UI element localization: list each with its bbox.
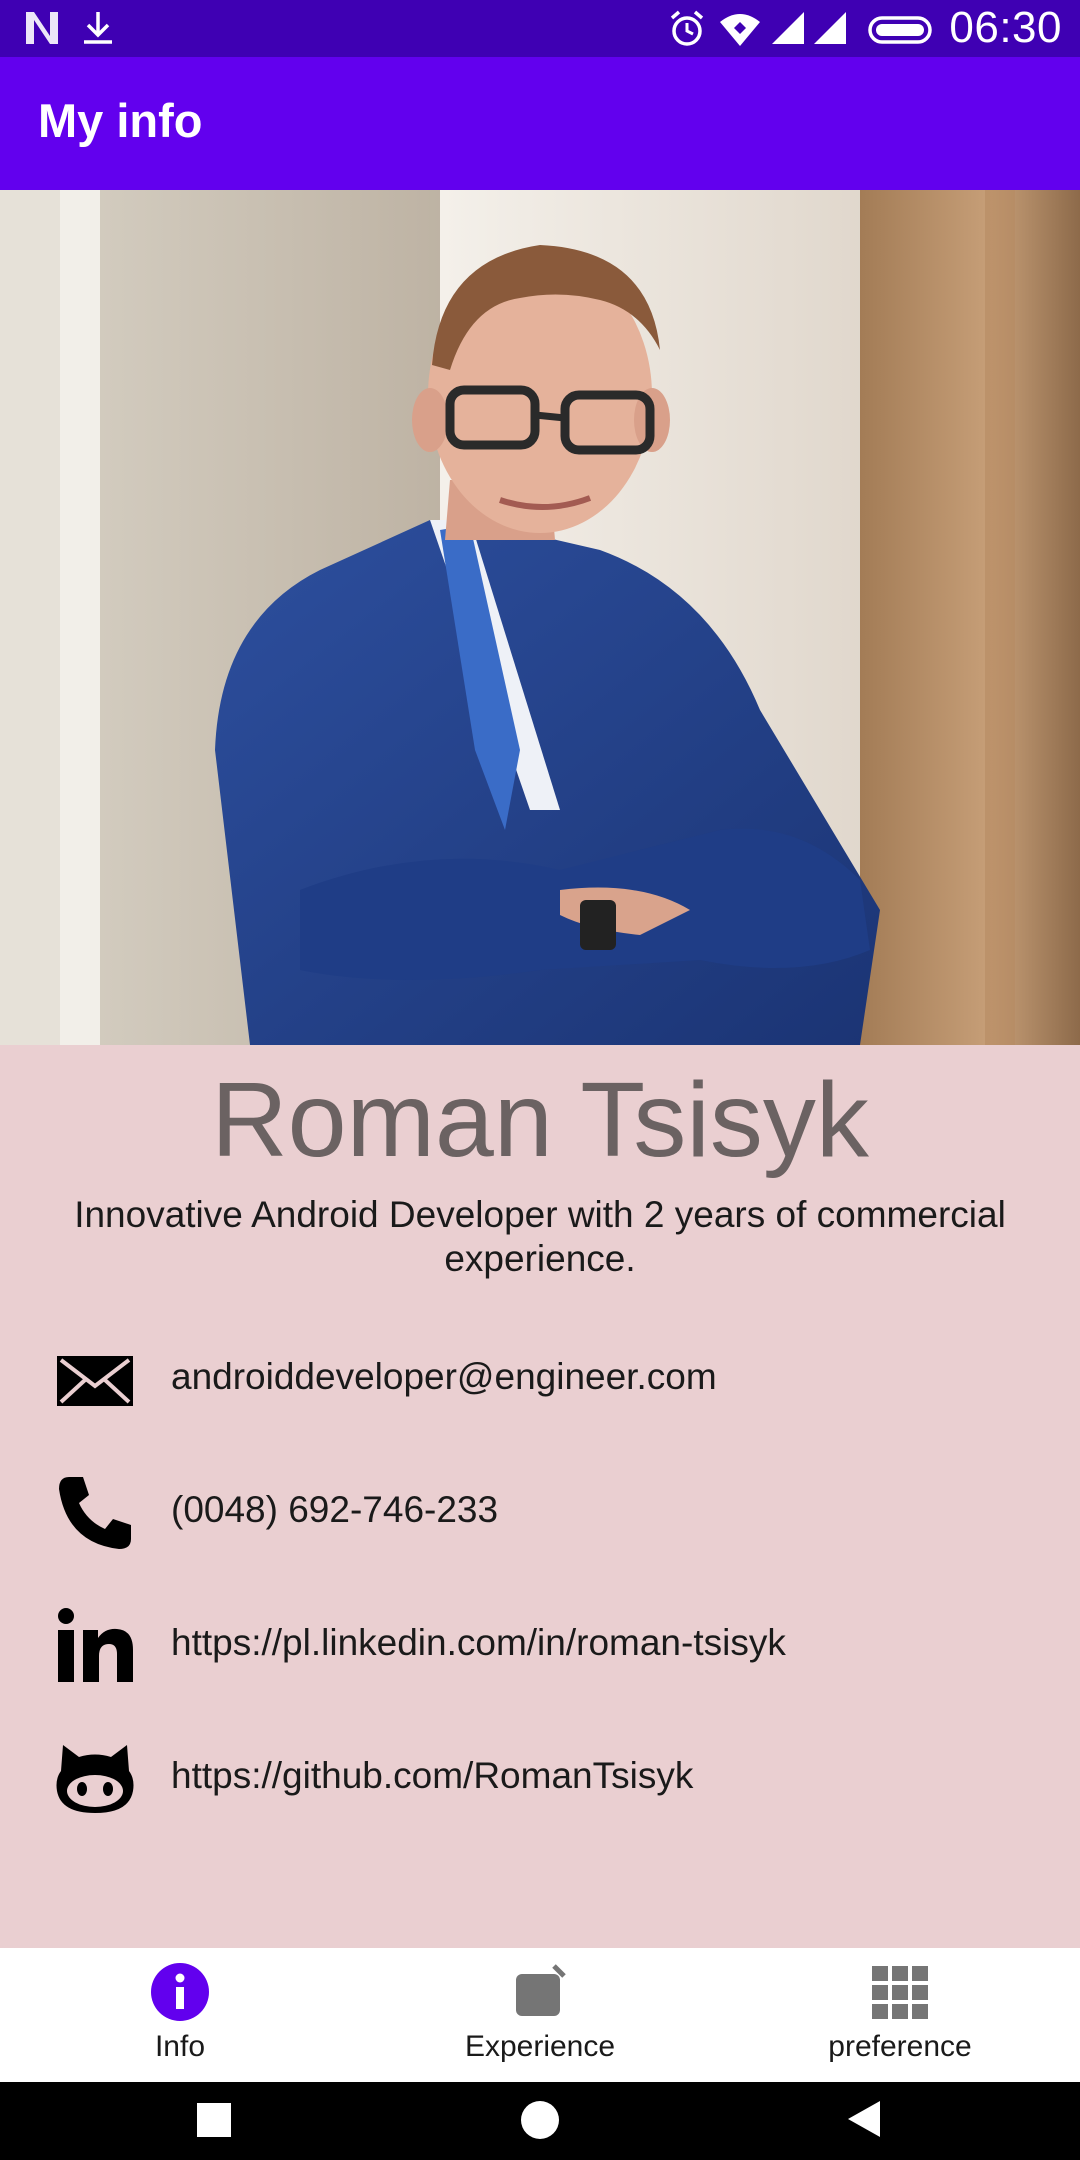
experience-icon bbox=[516, 1964, 566, 2016]
contact-email-row[interactable]: androiddeveloper@engineer.com bbox=[0, 1330, 1080, 1430]
github-icon bbox=[56, 1745, 134, 1813]
phone-icon bbox=[59, 1477, 131, 1549]
signal-icon bbox=[814, 12, 846, 44]
email-icon bbox=[57, 1356, 133, 1406]
wifi-icon bbox=[720, 14, 760, 46]
battery-icon bbox=[868, 16, 932, 44]
alarm-icon bbox=[670, 10, 704, 46]
netflix-notification-icon bbox=[26, 12, 58, 44]
app-title: My info bbox=[38, 94, 203, 147]
grid-icon bbox=[872, 1966, 928, 2019]
info-icon bbox=[151, 1963, 209, 2021]
profile-tagline: Innovative Android Developer with 2 year… bbox=[74, 1194, 1006, 1279]
profile-name: Roman Tsisyk bbox=[211, 1061, 869, 1179]
bottom-navigation: Info Experience preference bbox=[0, 1948, 1080, 2082]
contact-linkedin-text: https://pl.linkedin.com/in/roman-tsisyk bbox=[171, 1622, 786, 1663]
signal-icon bbox=[772, 12, 804, 44]
contact-phone-row[interactable]: (0048) 692-746-233 bbox=[0, 1463, 1080, 1563]
nav-item-experience[interactable]: Experience bbox=[360, 1948, 720, 2082]
contact-github-text: https://github.com/RomanTsisyk bbox=[171, 1755, 694, 1796]
download-icon bbox=[84, 12, 112, 44]
home-button[interactable] bbox=[520, 2099, 560, 2139]
screen: 06:30 My info Roman Tsisyk Innovative An… bbox=[0, 0, 1080, 2160]
nav-label-preference: preference bbox=[828, 2030, 972, 2063]
contact-linkedin-row[interactable]: https://pl.linkedin.com/in/roman-tsisyk bbox=[0, 1596, 1080, 1696]
nav-item-preference[interactable]: preference bbox=[720, 1948, 1080, 2082]
status-time: 06:30 bbox=[949, 3, 1062, 52]
status-bar: 06:30 bbox=[0, 0, 1080, 57]
contact-email-text: androiddeveloper@engineer.com bbox=[171, 1356, 717, 1397]
nav-label-experience: Experience bbox=[464, 2030, 616, 2063]
app-bar: My info bbox=[0, 57, 1080, 190]
nav-item-info[interactable]: Info bbox=[0, 1948, 360, 2082]
contact-phone-text: (0048) 692-746-233 bbox=[171, 1489, 499, 1530]
contact-github-row[interactable]: https://github.com/RomanTsisyk bbox=[0, 1729, 1080, 1829]
linkedin-icon bbox=[58, 1608, 133, 1682]
back-button[interactable] bbox=[846, 2099, 884, 2139]
nav-label-info: Info bbox=[154, 2030, 206, 2063]
profile-photo bbox=[0, 190, 1080, 1045]
system-navigation-bar bbox=[0, 2082, 1080, 2160]
recents-button[interactable] bbox=[195, 2099, 233, 2139]
